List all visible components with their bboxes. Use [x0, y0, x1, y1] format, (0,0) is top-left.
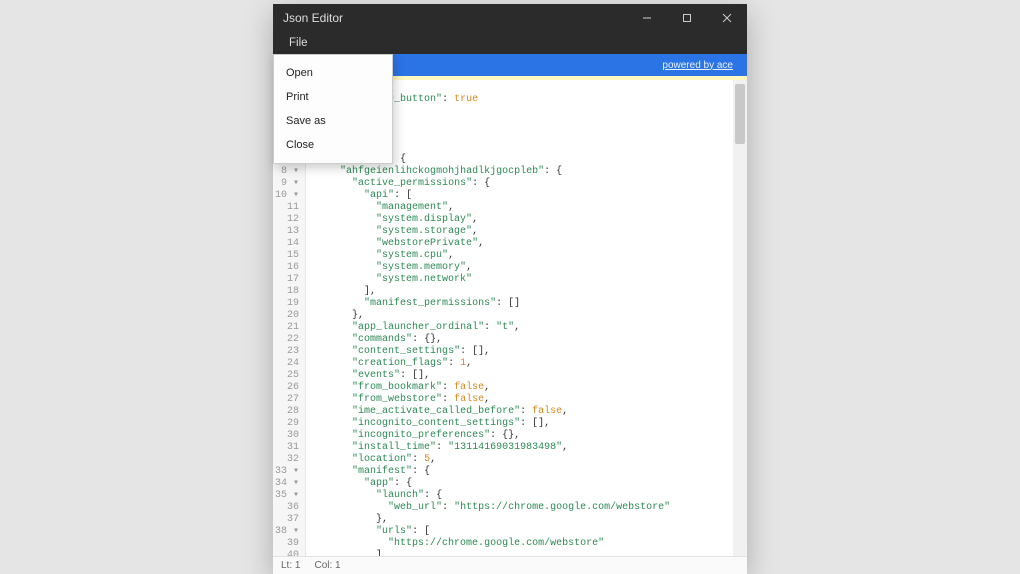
line-number[interactable]: 31	[275, 442, 299, 454]
window-title: Json Editor	[283, 11, 343, 25]
line-number[interactable]: 39	[275, 538, 299, 550]
line-number[interactable]: 22	[275, 334, 299, 346]
close-button[interactable]	[707, 4, 747, 32]
line-number[interactable]: 10 ▾	[275, 190, 299, 202]
app-window: Json Editor File Open Print Save as Clos…	[273, 4, 747, 574]
line-number[interactable]: 37	[275, 514, 299, 526]
menu-open[interactable]: Open	[274, 61, 392, 85]
status-col: Col: 1	[314, 560, 340, 571]
line-number[interactable]: 24	[275, 358, 299, 370]
line-number[interactable]: 9 ▾	[275, 178, 299, 190]
line-number[interactable]: 17	[275, 274, 299, 286]
line-number[interactable]: 14	[275, 238, 299, 250]
line-number[interactable]: 32	[275, 454, 299, 466]
line-number[interactable]: 28	[275, 406, 299, 418]
line-number[interactable]: 23	[275, 346, 299, 358]
file-dropdown: Open Print Save as Close	[273, 54, 393, 164]
line-number[interactable]: 27	[275, 394, 299, 406]
line-number[interactable]: 26	[275, 382, 299, 394]
line-number[interactable]: 15	[275, 250, 299, 262]
menu-file[interactable]: File	[283, 35, 314, 51]
powered-by-link[interactable]: powered by ace	[662, 60, 733, 71]
line-number[interactable]: 30	[275, 430, 299, 442]
statusbar: Lt: 1 Col: 1	[273, 556, 747, 574]
scrollbar-thumb[interactable]	[735, 84, 745, 144]
minimize-button[interactable]	[627, 4, 667, 32]
line-number[interactable]: 36	[275, 502, 299, 514]
menu-saveas[interactable]: Save as	[274, 109, 392, 133]
line-number[interactable]: 40	[275, 550, 299, 556]
menu-close[interactable]: Close	[274, 133, 392, 157]
line-number[interactable]: 21	[275, 322, 299, 334]
vertical-scrollbar[interactable]	[733, 80, 747, 556]
titlebar[interactable]: Json Editor	[273, 4, 747, 32]
menubar: File	[273, 32, 747, 54]
line-number[interactable]: 16	[275, 262, 299, 274]
line-number[interactable]: 11	[275, 202, 299, 214]
line-number[interactable]: 19	[275, 298, 299, 310]
line-number[interactable]: 35 ▾	[275, 490, 299, 502]
menu-print[interactable]: Print	[274, 85, 392, 109]
line-number[interactable]: 38 ▾	[275, 526, 299, 538]
line-number[interactable]: 13	[275, 226, 299, 238]
line-number[interactable]: 20	[275, 310, 299, 322]
line-number[interactable]: 29	[275, 418, 299, 430]
maximize-button[interactable]	[667, 4, 707, 32]
line-number[interactable]: 34 ▾	[275, 478, 299, 490]
line-number[interactable]: 18	[275, 286, 299, 298]
line-number[interactable]: 33 ▾	[275, 466, 299, 478]
status-line: Lt: 1	[281, 560, 300, 571]
line-number[interactable]: 8 ▾	[275, 166, 299, 178]
window-controls	[627, 4, 747, 32]
line-number[interactable]: 12	[275, 214, 299, 226]
line-number[interactable]: 25	[275, 370, 299, 382]
